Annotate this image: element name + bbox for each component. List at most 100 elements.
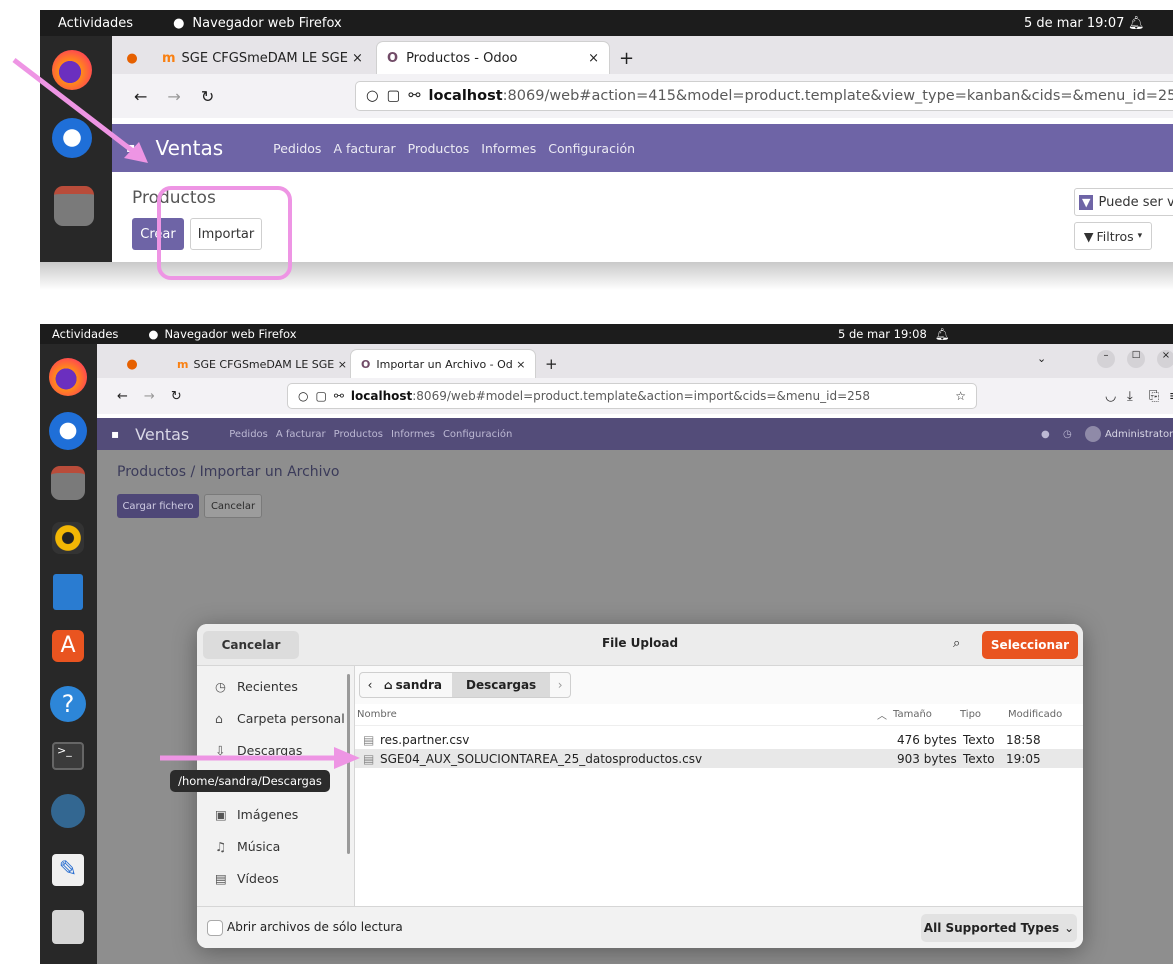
caret-down-icon: ▾ xyxy=(1137,231,1143,241)
reload-icon[interactable]: ↻ xyxy=(171,389,182,404)
path-segment-descargas[interactable]: Descargas xyxy=(451,673,551,697)
help-icon[interactable]: ? xyxy=(50,686,86,722)
file-name: SGE04_AUX_SOLUCIONTAREA_25_datosproducto… xyxy=(380,751,703,766)
select-button[interactable]: Seleccionar xyxy=(982,631,1078,659)
menu-pedidos[interactable]: Pedidos xyxy=(273,141,321,156)
user-name[interactable]: Administrator xyxy=(1105,429,1173,440)
close-window-icon[interactable]: × xyxy=(1157,350,1173,368)
file-row[interactable]: ▤ res.partner.csv 476 bytes Texto 18:58 xyxy=(355,730,1083,749)
menu-productos[interactable]: Productos xyxy=(408,141,470,156)
tab-importar[interactable]: O Importar un Archivo - Od × xyxy=(351,350,535,378)
dock: A ? >_ ✎ xyxy=(40,344,97,964)
bell-icon[interactable]: 🔔︎ xyxy=(1128,16,1145,31)
back-icon[interactable]: ← xyxy=(117,389,128,404)
rhythmbox-icon[interactable] xyxy=(52,522,84,554)
terminal-icon[interactable]: >_ xyxy=(52,742,84,770)
tab-productos[interactable]: O Productos - Odoo × xyxy=(377,42,609,74)
new-tab-button[interactable]: + xyxy=(609,42,644,74)
file-type: Texto xyxy=(963,751,995,766)
cancel-import-button[interactable]: Cancelar xyxy=(204,494,262,518)
menu-configuracion[interactable]: Configuración xyxy=(548,141,635,156)
firefox-view-tab[interactable]: ● xyxy=(97,350,167,378)
hamburger-menu-icon[interactable]: ≡ xyxy=(1169,389,1173,404)
file-row[interactable]: ▤ SGE04_AUX_SOLUCIONTAREA_25_datosproduc… xyxy=(355,749,1083,768)
search-icon[interactable]: ⌕ xyxy=(953,636,960,651)
menu-a-facturar[interactable]: A facturar xyxy=(333,141,395,156)
path-segment-label: sandra xyxy=(395,678,442,692)
highlight-box xyxy=(157,186,292,280)
firefox-icon[interactable] xyxy=(49,358,87,396)
chat-icon[interactable]: ● xyxy=(1041,429,1050,440)
menu-pedidos[interactable]: Pedidos xyxy=(229,429,268,440)
sidebar-item-recientes[interactable]: ◷ Recientes xyxy=(197,670,354,702)
sidebar-item-videos[interactable]: ▤ Vídeos xyxy=(197,862,354,894)
minimize-icon[interactable]: – xyxy=(1097,350,1115,368)
avatar[interactable] xyxy=(1085,426,1101,442)
url-host: localhost xyxy=(350,389,413,403)
tab-sge[interactable]: m SGE CFGSmeDAM LE SGE × xyxy=(167,350,351,378)
menu-a-facturar[interactable]: A facturar xyxy=(276,429,326,440)
sidebar-item-musica[interactable]: ♫ Música xyxy=(197,830,354,862)
apps-icon[interactable]: ▪ xyxy=(111,427,119,441)
thunderbird-icon[interactable] xyxy=(49,412,87,450)
permissions-icon: ⚯ xyxy=(333,389,344,403)
maximize-icon[interactable]: □ xyxy=(1127,350,1145,368)
sidebar-item-label: Carpeta personal xyxy=(237,710,345,726)
shield-icon: ○ xyxy=(366,88,379,104)
menu-productos[interactable]: Productos xyxy=(334,429,383,440)
col-type[interactable]: Tipo xyxy=(960,709,981,720)
app-name: Navegador web Firefox xyxy=(192,15,342,31)
menu-informes[interactable]: Informes xyxy=(481,141,536,156)
url-bar[interactable]: ○ ▢ ⚯ localhost:8069/web#model=product.t… xyxy=(287,383,977,409)
forward-icon[interactable]: → xyxy=(144,389,155,404)
close-icon[interactable]: × xyxy=(588,51,599,66)
top-bar: Actividades ● Navegador web Firefox 5 de… xyxy=(40,10,1173,36)
video-icon: ▤ xyxy=(215,870,227,886)
software-icon[interactable]: A xyxy=(52,630,84,662)
downloads-icon[interactable]: ⤓ xyxy=(1127,389,1133,404)
odoo-menu: Pedidos A facturar Productos Informes Co… xyxy=(229,429,524,440)
sidebar-item-carpeta-personal[interactable]: ⌂ Carpeta personal xyxy=(197,702,354,734)
text-editor-icon[interactable]: ✎ xyxy=(52,854,84,886)
sort-up-icon: ︿ xyxy=(877,711,887,722)
bookmark-star-icon[interactable]: ☆ xyxy=(955,389,966,403)
postgres-icon[interactable] xyxy=(51,794,85,828)
writer-icon[interactable] xyxy=(53,574,83,610)
activities-button[interactable]: Actividades xyxy=(40,327,118,341)
odoo-navbar: ▪ Ventas Pedidos A facturar Productos In… xyxy=(112,124,1173,172)
col-size[interactable]: Tamaño xyxy=(893,709,932,720)
pocket-icon[interactable]: ◡ xyxy=(1105,389,1116,404)
file-type-filter[interactable]: All Supported Types ⌄ xyxy=(921,914,1077,942)
sidebar-item-imagenes[interactable]: ▣ Imágenes xyxy=(197,798,354,830)
tab-label: Productos - Odoo xyxy=(406,50,518,66)
path-forward-icon[interactable]: › xyxy=(550,673,570,697)
breadcrumb: Productos / Importar un Archivo xyxy=(117,464,340,480)
dialog-footer: Abrir archivos de sólo lectura All Suppo… xyxy=(197,906,1083,948)
menu-informes[interactable]: Informes xyxy=(391,429,435,440)
readonly-checkbox[interactable] xyxy=(207,920,223,936)
col-modified[interactable]: Modificado xyxy=(1008,709,1062,720)
filters-button[interactable]: ▼ Filtros ▾ xyxy=(1074,222,1152,250)
extensions-icon[interactable]: ⎘ xyxy=(1149,389,1159,404)
path-segment-home[interactable]: ⌂ sandra xyxy=(380,673,452,697)
files-icon[interactable] xyxy=(51,466,85,500)
page-icon: ▢ xyxy=(315,389,327,403)
load-file-button[interactable]: Cargar fichero xyxy=(117,494,199,518)
chevron-down-icon: ⌄ xyxy=(1064,921,1075,935)
clock[interactable]: 5 de mar 19:08 xyxy=(838,327,927,341)
facet-label: Puede ser v xyxy=(1098,194,1173,210)
new-tab-button[interactable]: + xyxy=(535,350,568,378)
bell-icon[interactable]: 🔔︎ xyxy=(935,327,950,341)
path-back-icon[interactable]: ‹ xyxy=(360,673,380,697)
reload-icon[interactable]: ↻ xyxy=(201,87,214,106)
file-size: 476 bytes xyxy=(897,732,957,747)
url-bar[interactable]: ○ ▢ ⚯ localhost:8069/web#action=415&mode… xyxy=(355,81,1173,111)
tab-list-icon[interactable]: ⌄ xyxy=(1037,352,1046,365)
search-facet[interactable]: ▼ Puede ser v xyxy=(1074,188,1173,216)
col-name[interactable]: Nombre xyxy=(357,709,397,720)
activity-icon[interactable]: ◷ xyxy=(1063,429,1072,440)
app-title[interactable]: Ventas xyxy=(135,425,189,444)
trash-icon[interactable] xyxy=(52,910,84,944)
menu-configuracion[interactable]: Configuración xyxy=(443,429,512,440)
clock[interactable]: 5 de mar 19:07 xyxy=(1024,16,1124,31)
